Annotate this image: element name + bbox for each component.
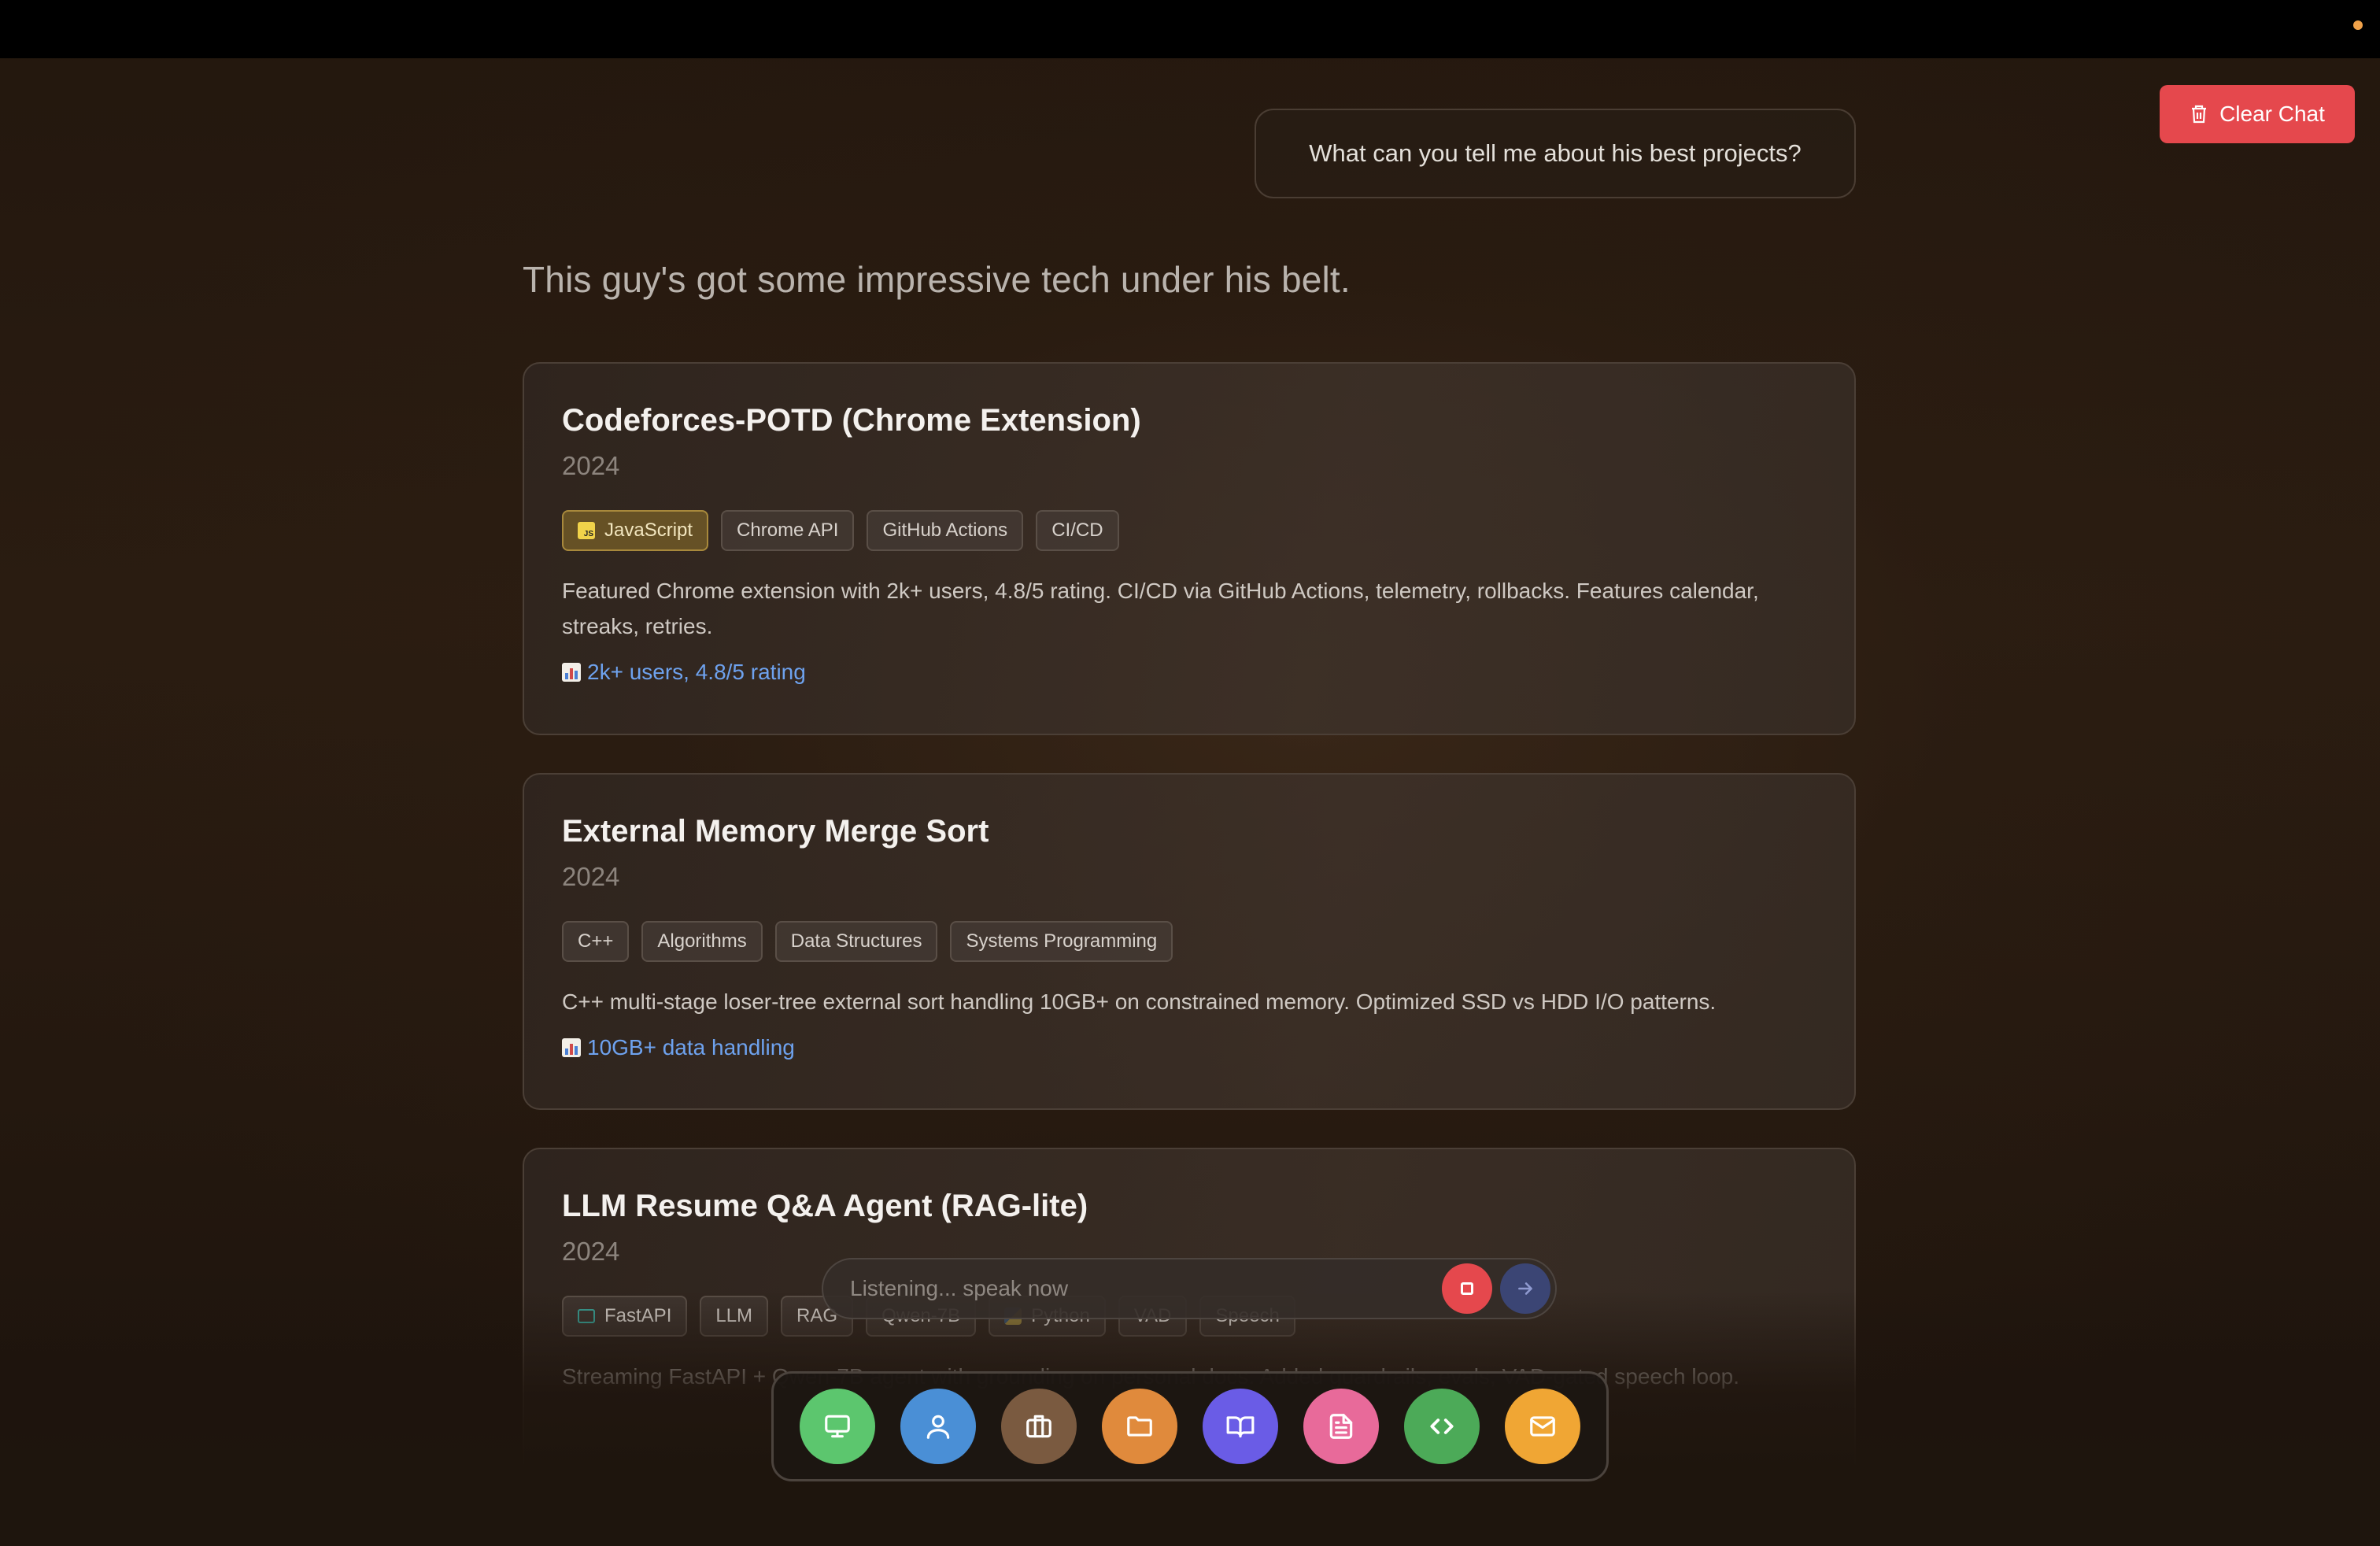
trash-icon — [2192, 105, 2207, 124]
clear-chat-button[interactable]: Clear Chat — [2160, 85, 2355, 143]
code-icon — [1430, 1418, 1454, 1434]
tag: C++ — [562, 921, 630, 963]
tag: Algorithms — [641, 921, 763, 963]
tag: JS JavaScript — [562, 510, 709, 552]
project-metric-text: 2k+ users, 4.8/5 rating — [587, 660, 806, 685]
chat-input[interactable] — [848, 1275, 1442, 1302]
user-message-text: What can you tell me about his best proj… — [1309, 139, 1802, 167]
tag: GitHub Actions — [867, 510, 1024, 552]
dock-experience-button[interactable] — [1001, 1389, 1077, 1464]
tag-label: Systems Programming — [966, 930, 1158, 952]
dock-education-button[interactable] — [1203, 1389, 1278, 1464]
project-title: LLM Resume Q&A Agent (RAG-lite) — [562, 1189, 1088, 1223]
tag-label: C++ — [578, 930, 614, 952]
dock-code-button[interactable] — [1404, 1389, 1480, 1464]
tag: FastAPI — [562, 1296, 688, 1337]
tag-label: FastAPI — [604, 1305, 672, 1327]
project-card: External Memory Merge Sort 2024 C++ Algo… — [523, 773, 1856, 1110]
tag: LLM — [700, 1296, 769, 1337]
document-icon — [1329, 1414, 1353, 1439]
bar-chart-icon — [562, 663, 581, 682]
dock-resume-button[interactable] — [1303, 1389, 1379, 1464]
project-metric-text: 10GB+ data handling — [587, 1035, 795, 1060]
tag: Data Structures — [774, 921, 938, 963]
stop-recording-button[interactable] — [1442, 1263, 1492, 1314]
project-description: C++ multi-stage loser-tree external sort… — [562, 989, 1717, 1015]
tag: Chrome API — [721, 510, 855, 552]
dock — [771, 1371, 1609, 1481]
tag: CI/CD — [1036, 510, 1119, 552]
project-year: 2024 — [562, 451, 620, 480]
user-icon — [926, 1415, 950, 1439]
stop-icon — [1461, 1282, 1473, 1295]
tag-label: Data Structures — [790, 930, 922, 952]
mail-icon — [1530, 1416, 1555, 1437]
fastapi-icon — [578, 1309, 595, 1324]
javascript-icon: JS — [578, 522, 595, 540]
user-message-bubble: What can you tell me about his best proj… — [1255, 109, 1856, 198]
tag-list: C++ Algorithms Data Structures Systems P… — [562, 921, 1816, 963]
status-dot — [2353, 20, 2363, 30]
arrow-right-icon — [1518, 1282, 1532, 1295]
top-bar — [0, 0, 2380, 58]
folder-icon — [1127, 1416, 1152, 1437]
tag-label: LLM — [715, 1305, 753, 1327]
send-button[interactable] — [1500, 1263, 1550, 1314]
monitor-icon — [825, 1415, 850, 1438]
tag: Systems Programming — [950, 921, 1173, 963]
assistant-intro: This guy's got some impressive tech unde… — [523, 259, 1351, 300]
project-metric: 10GB+ data handling — [562, 1035, 1816, 1060]
project-title: Codeforces-POTD (Chrome Extension) — [562, 403, 1141, 438]
dock-about-button[interactable] — [900, 1389, 976, 1464]
tag-label: Chrome API — [737, 520, 839, 542]
voice-input-bar — [822, 1258, 1557, 1319]
clear-chat-label: Clear Chat — [2219, 102, 2325, 126]
project-title: External Memory Merge Sort — [562, 814, 989, 849]
dock-contact-button[interactable] — [1505, 1389, 1580, 1464]
dock-projects-button[interactable] — [1102, 1389, 1177, 1464]
project-metric: 2k+ users, 4.8/5 rating — [562, 660, 1816, 685]
tag-label: GitHub Actions — [882, 520, 1008, 542]
tag-label: CI/CD — [1051, 520, 1103, 542]
tag-label: JavaScript — [604, 520, 693, 542]
tag-label: Algorithms — [657, 930, 747, 952]
project-card: Codeforces-POTD (Chrome Extension) 2024 … — [523, 362, 1856, 735]
briefcase-icon — [1026, 1415, 1051, 1438]
tag-list: JS JavaScript Chrome API GitHub Actions … — [562, 510, 1816, 552]
project-year: 2024 — [562, 862, 620, 891]
bar-chart-icon — [562, 1038, 581, 1058]
dock-monitor-button[interactable] — [800, 1389, 875, 1464]
book-icon — [1226, 1416, 1255, 1438]
project-description: Featured Chrome extension with 2k+ users… — [562, 579, 1759, 639]
